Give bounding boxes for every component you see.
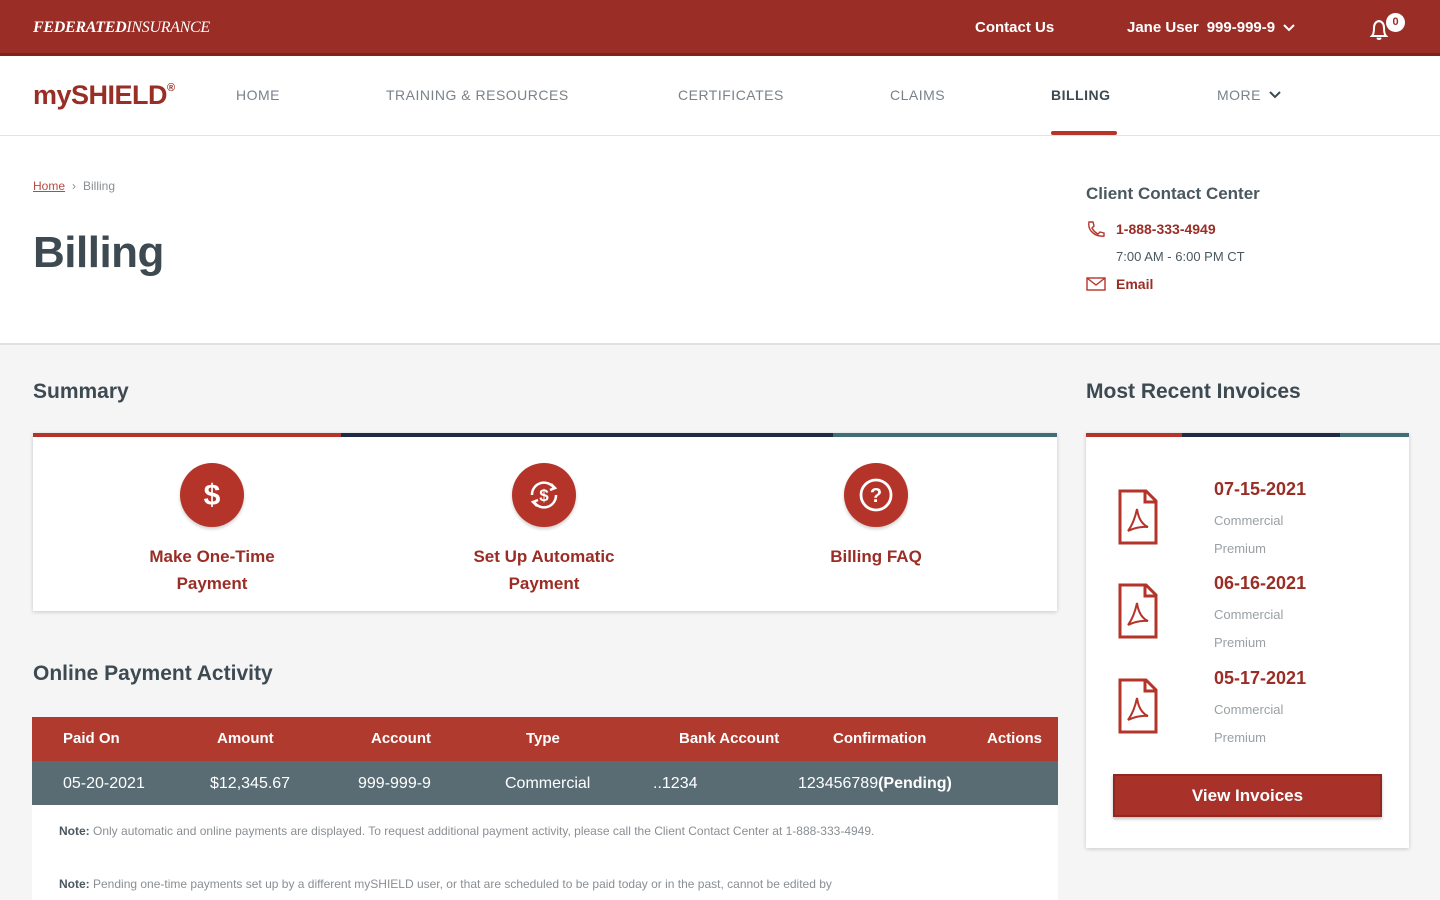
breadcrumb-current: Billing [83,179,116,193]
recent-invoices-title: Most Recent Invoices [1086,380,1301,403]
user-name: Jane User [1127,19,1199,36]
table-notes: Note: Only automatic and online payments… [32,805,1058,900]
breadcrumb: Home › Billing [33,179,115,193]
nav-home[interactable]: HOME [236,87,280,103]
phone-icon [1088,221,1105,237]
col-paid-on: Paid On [63,730,120,747]
col-confirmation: Confirmation [833,730,927,747]
top-bar: FEDERATEDINSURANCE Contact Us Jane User … [0,0,1440,56]
cell-amount: $12,345.67 [210,775,291,792]
invoice-item[interactable]: 05-17-2021 Commercial Premium [1086,668,1409,758]
invoice-item[interactable]: 07-15-2021 Commercial Premium [1086,479,1409,569]
table-row[interactable]: 05-20-2021 $12,345.67 999-999-9 Commerci… [32,761,1058,805]
auto-pay-icon: $ [512,463,576,527]
note-automatic-payments: Note: Only automatic and online payments… [59,824,875,838]
cell-type: Commercial [505,775,591,792]
payment-activity-title: Online Payment Activity [33,662,273,685]
svg-text:$: $ [539,486,549,505]
note-pending-payments: Note: Pending one-time payments set up b… [59,877,832,891]
active-tab-indicator [1051,131,1117,135]
notification-badge: 0 [1386,13,1405,32]
cell-paid-on: 05-20-2021 [63,775,145,792]
contact-phone-link[interactable]: 1-888-333-4949 [1086,220,1216,238]
nav-claims[interactable]: CLAIMS [890,87,945,103]
invoice-date: 06-16-2021 [1214,573,1307,593]
cell-account: 999-999-9 [358,775,431,792]
col-account: Account [371,730,431,747]
make-one-time-payment-button[interactable]: $ Make One-Time Payment [102,463,322,597]
invoice-item[interactable]: 06-16-2021 Commercial Premium [1086,573,1409,663]
summary-title: Summary [33,380,129,403]
svg-text:$: $ [204,479,221,512]
nav-certificates[interactable]: CERTIFICATES [678,87,784,103]
dollar-icon: $ [180,463,244,527]
breadcrumb-home[interactable]: Home [33,179,65,193]
page-title: Billing [33,228,164,277]
payment-activity-table: Paid On Amount Account Type Bank Account… [32,717,1058,900]
nav-more[interactable]: MORE [1217,87,1281,103]
col-actions: Actions [987,730,1043,747]
page-header: Home › Billing Billing Client Contact Ce… [0,136,1440,345]
col-bank-account: Bank Account [679,730,780,747]
federated-logo[interactable]: FEDERATEDINSURANCE [33,19,210,37]
breadcrumb-separator: › [72,179,77,193]
summary-card: $ Make One-Time Payment $ Set Up Automati… [33,433,1057,611]
cell-confirmation: 123456789(Pending) [798,775,952,792]
main-nav: mySHIELD® HOME TRAINING & RESOURCES CERT… [0,56,1440,136]
mail-icon [1086,277,1106,291]
col-amount: Amount [217,730,274,747]
pdf-icon [1118,678,1158,734]
status-pending: (Pending) [878,775,952,792]
accent-strip [33,433,1057,437]
setup-automatic-payment-button[interactable]: $ Set Up Automatic Payment [434,463,654,597]
invoices-card: 07-15-2021 Commercial Premium 06-16-2021… [1086,433,1409,848]
nav-billing[interactable]: BILLING [1051,87,1111,103]
svg-text:?: ? [870,485,882,507]
contact-hours: 7:00 AM - 6:00 PM CT [1116,249,1245,264]
user-menu[interactable]: Jane User 999-999-9 [1127,19,1295,36]
question-icon: ? [844,463,908,527]
nav-training-resources[interactable]: TRAINING & RESOURCES [386,87,569,103]
contact-email-link[interactable]: Email [1086,276,1153,292]
contact-us-link[interactable]: Contact Us [975,19,1054,36]
pdf-icon [1118,489,1158,545]
invoice-description: Commercial Premium [1214,513,1284,556]
invoice-date: 05-17-2021 [1214,668,1307,688]
view-invoices-button[interactable]: View Invoices [1113,774,1382,817]
contact-center-title: Client Contact Center [1086,184,1260,203]
invoice-date: 07-15-2021 [1214,479,1307,499]
billing-faq-button[interactable]: ? Billing FAQ [766,463,986,570]
chevron-down-icon [1283,23,1295,31]
pdf-icon [1118,583,1158,639]
user-account: 999-999-9 [1206,19,1276,36]
col-type: Type [526,730,560,747]
accent-strip [1086,433,1409,437]
invoice-description: Commercial Premium [1214,607,1284,650]
chevron-down-icon [1269,91,1281,99]
table-header: Paid On Amount Account Type Bank Account… [32,717,1058,761]
cell-bank-account: ..1234 [653,775,698,792]
myshield-logo[interactable]: mySHIELD® [33,80,175,111]
invoice-description: Commercial Premium [1214,702,1284,745]
